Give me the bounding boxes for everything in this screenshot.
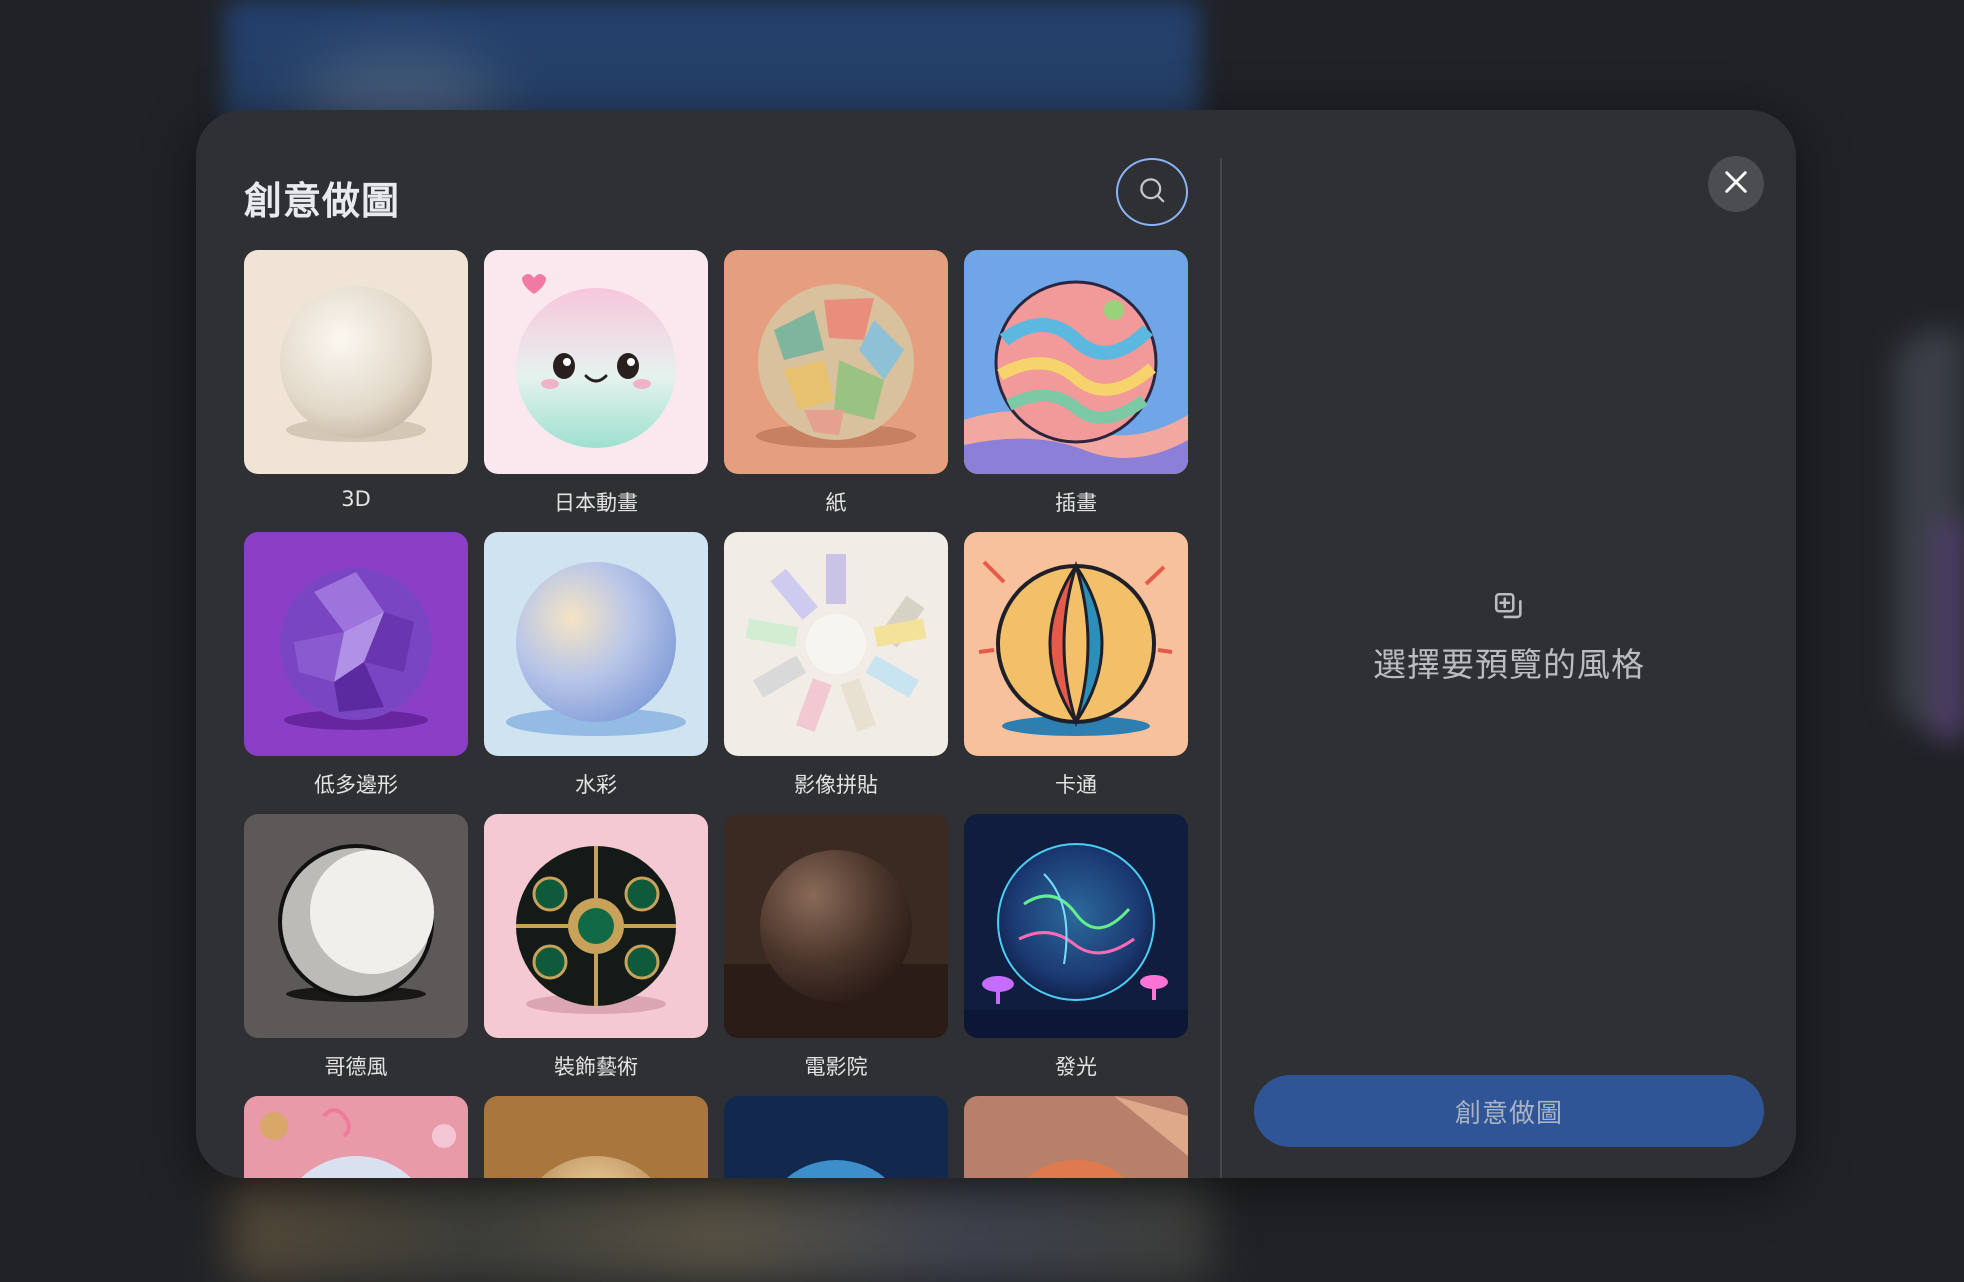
style-tile-cinema[interactable]: 電影院: [724, 814, 948, 1081]
style-tile-watercolor[interactable]: 水彩: [484, 532, 708, 799]
style-tile-art-deco[interactable]: 裝飾藝術: [484, 814, 708, 1081]
style-tile-paper[interactable]: 紙: [724, 250, 948, 517]
style-grid: 3D 日本動畫 紙 插畫 低多邊形 水彩 影像拼貼 卡通 哥德風 裝飾藝術 電影…: [244, 250, 1196, 1178]
style-label: 電影院: [804, 1055, 868, 1079]
style-label: 卡通: [1055, 773, 1097, 797]
style-label: 低多邊形: [314, 773, 398, 797]
style-label: 裝飾藝術: [554, 1055, 638, 1079]
style-thumbnail: [724, 532, 948, 756]
style-tile-bubble[interactable]: [964, 1096, 1188, 1178]
style-label: 水彩: [575, 773, 617, 797]
style-thumbnail: [964, 814, 1188, 1038]
style-tile-gothic[interactable]: 哥德風: [244, 814, 468, 1081]
style-tile-ocean[interactable]: [724, 1096, 948, 1178]
style-thumbnail: [484, 814, 708, 1038]
search-button[interactable]: [1116, 158, 1188, 226]
style-tile-collage[interactable]: 影像拼貼: [724, 532, 948, 799]
style-tile-candy[interactable]: [244, 1096, 468, 1178]
style-thumbnail: [484, 532, 708, 756]
style-thumbnail: [724, 1096, 948, 1178]
close-button[interactable]: [1708, 156, 1764, 212]
dialog-title: 創意做圖: [244, 179, 401, 223]
preview-placeholder-text: 選擇要預覽的風格: [1373, 645, 1645, 684]
style-tile-illustration[interactable]: 插畫: [964, 250, 1188, 517]
close-icon: [1722, 168, 1750, 200]
style-label: 插畫: [1055, 491, 1097, 515]
style-label: 3D: [341, 487, 371, 511]
style-tile-3d[interactable]: 3D: [244, 250, 468, 511]
style-thumbnail: [244, 1096, 468, 1178]
style-preview-icon: [1492, 590, 1526, 628]
style-thumbnail: [244, 250, 468, 474]
style-thumbnail: [964, 532, 1188, 756]
preview-placeholder: 選擇要預覽的風格: [1222, 590, 1796, 686]
style-tile-golden[interactable]: [484, 1096, 708, 1178]
style-label: 哥德風: [324, 1055, 388, 1079]
style-label: 發光: [1055, 1055, 1097, 1079]
style-thumbnail: [244, 532, 468, 756]
search-icon: [1137, 175, 1167, 209]
style-thumbnail: [964, 1096, 1188, 1178]
creative-image-dialog: 創意做圖 3D 日本動畫 紙 插畫 低多邊形 水彩 影像拼貼 卡通 哥德風 裝飾…: [196, 110, 1796, 1178]
style-tile-cartoon[interactable]: 卡通: [964, 532, 1188, 799]
create-image-button[interactable]: 創意做圖: [1254, 1075, 1764, 1147]
style-thumbnail: [964, 250, 1188, 474]
style-thumbnail: [724, 250, 948, 474]
style-label: 影像拼貼: [794, 773, 878, 797]
style-thumbnail: [244, 814, 468, 1038]
style-thumbnail: [484, 250, 708, 474]
style-thumbnail: [484, 1096, 708, 1178]
style-label: 紙: [825, 491, 847, 515]
style-thumbnail: [724, 814, 948, 1038]
style-tile-glow[interactable]: 發光: [964, 814, 1188, 1081]
style-tile-anime[interactable]: 日本動畫: [484, 250, 708, 517]
style-tile-low-poly[interactable]: 低多邊形: [244, 532, 468, 799]
style-label: 日本動畫: [554, 491, 638, 515]
